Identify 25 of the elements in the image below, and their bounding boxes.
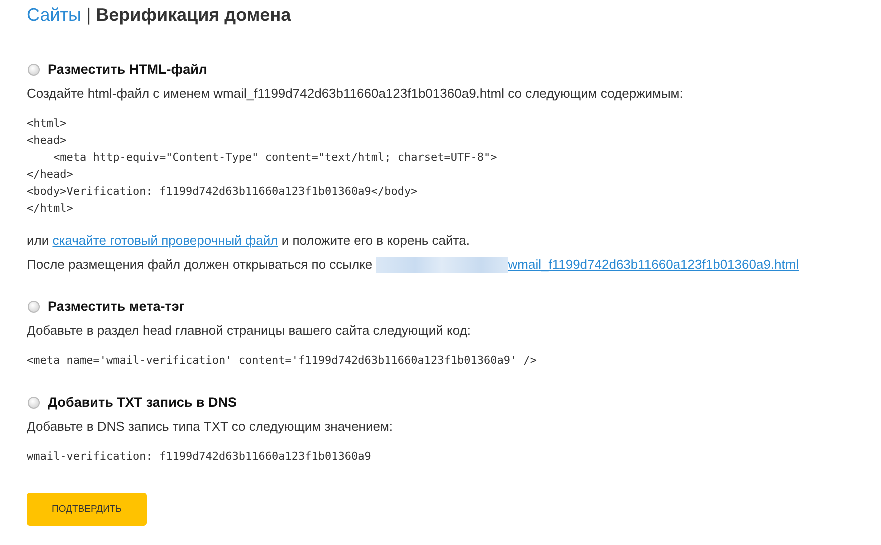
method-title: Разместить мета-тэг bbox=[48, 299, 185, 314]
code-line: <html> bbox=[27, 116, 67, 132]
method-description: Добавьте в DNS запись типа TXT со следующим значением: bbox=[27, 419, 394, 434]
method-title: Добавить TXT запись в DNS bbox=[48, 395, 237, 410]
url-note: После размещения файл должен открываться по ссылке bbox=[27, 257, 373, 273]
code-line: wmail-verification: f1199d742d63b11660a123f1b01360a9 bbox=[27, 449, 372, 465]
download-note: или скачайте готовый проверочный файл и положите его в корень сайта. bbox=[27, 233, 470, 249]
confirm-button[interactable]: ПОДТВЕРДИТЬ bbox=[27, 493, 147, 526]
breadcrumb-separator: | bbox=[86, 5, 92, 26]
download-link[interactable]: скачайте готовый проверочный файл bbox=[52, 233, 278, 248]
code-line: <body>Verification: f1199d742d63b11660a123f1b01360a9</body> bbox=[27, 184, 418, 200]
radio-button[interactable] bbox=[28, 64, 40, 76]
method-title: Разместить HTML-файл bbox=[48, 62, 208, 77]
code-line: </html> bbox=[27, 201, 74, 217]
code-line: <meta http-equiv="Content-Type" content="text/html; charset=UTF-8"> bbox=[52, 150, 498, 166]
radio-button[interactable] bbox=[28, 396, 40, 408]
page-title: Верификация домена bbox=[96, 5, 292, 26]
code-line: <head> bbox=[27, 133, 67, 149]
code-line: </head> bbox=[27, 167, 74, 183]
method-description: Создайте html-файл с именем wmail_f1199d742d63b11660a123f1b01360a9.html со следующим содержимым: bbox=[27, 86, 684, 101]
file-url-link[interactable]: wmail_f1199d742d63b11660a123f1b01360a9.html bbox=[508, 257, 800, 273]
radio-button[interactable] bbox=[28, 300, 40, 312]
code-line: <meta name='wmail-verification' content='f1199d742d63b11660a123f1b01360a9' /> bbox=[27, 353, 537, 369]
method-description: Добавьте в раздел head главной страницы вашего сайта следующий код: bbox=[27, 323, 472, 338]
breadcrumb-link[interactable]: Сайты bbox=[27, 5, 82, 26]
